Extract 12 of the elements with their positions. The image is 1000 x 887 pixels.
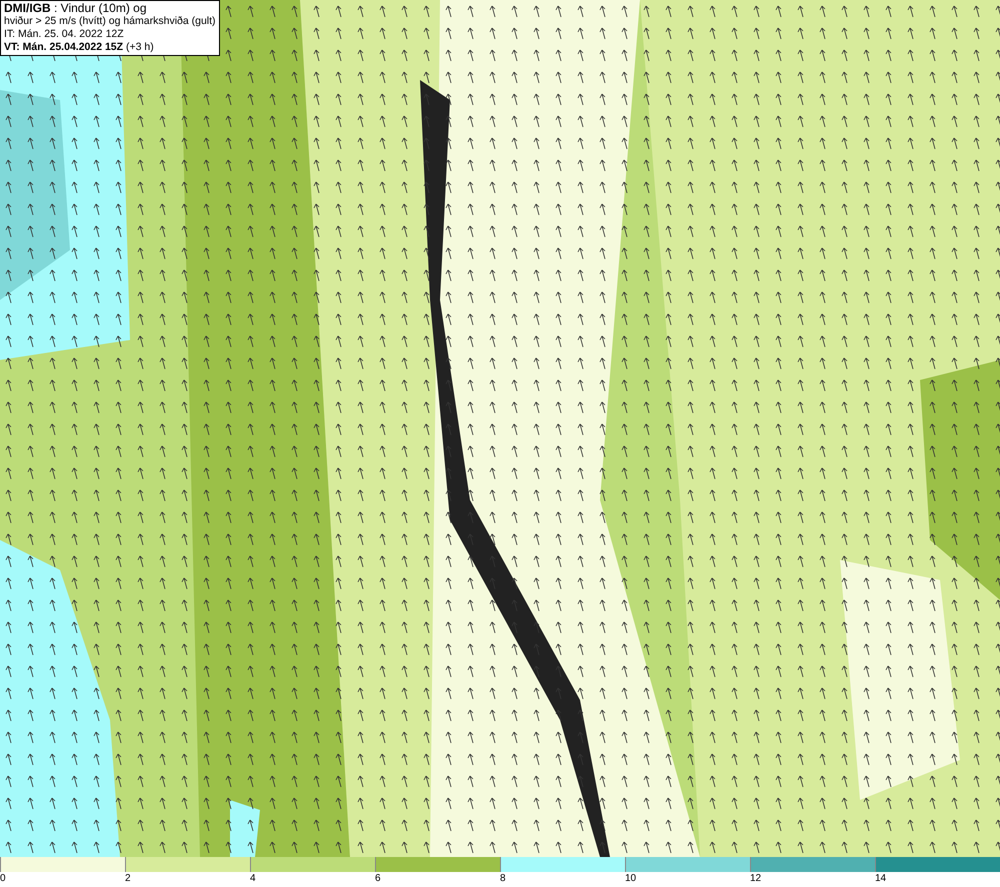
legend-label: 0 <box>0 872 6 886</box>
legend-label: 14 <box>875 872 886 886</box>
legend-label: 10 <box>625 872 636 886</box>
legend-label: 8 <box>500 872 506 886</box>
legend-label: 6 <box>375 872 381 886</box>
title-line: DMI/IGB : Vindur (10m) og <box>4 2 148 15</box>
legend-label: 2 <box>125 872 131 886</box>
title-line: VT: Mán. 25.04.2022 15Z (+3 h) <box>4 41 155 54</box>
title-line: hviður > 25 m/s (hvítt) og hámarkshviða (gult) <box>4 15 216 28</box>
legend-label: 4 <box>250 872 256 886</box>
legend-label: 12 <box>750 872 762 886</box>
title-line: IT: Mán. 25. 04. 2022 12Z <box>4 28 125 41</box>
